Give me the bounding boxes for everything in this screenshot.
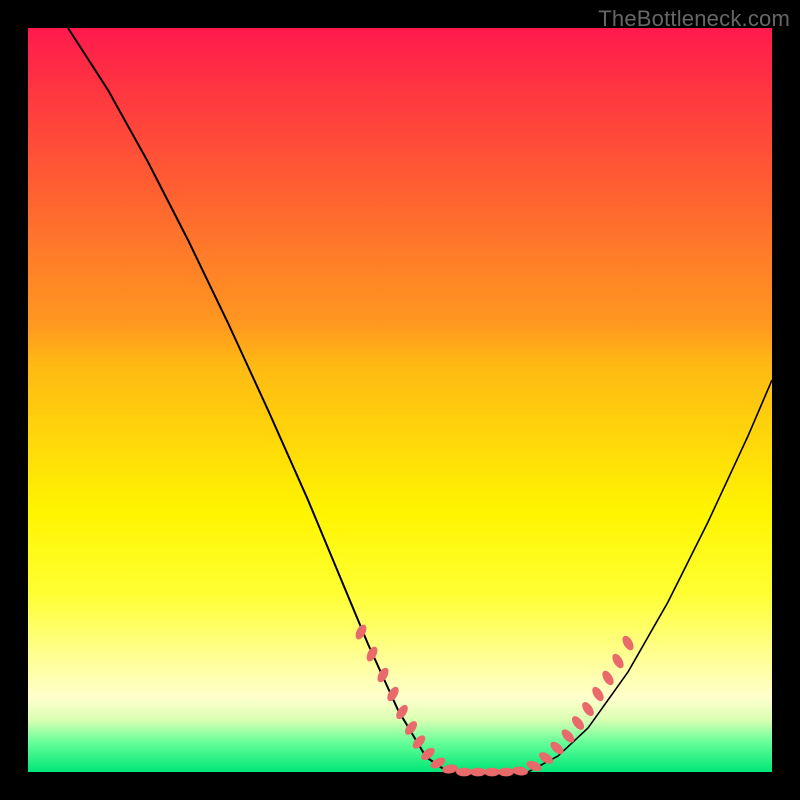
curve-marker — [456, 768, 472, 777]
curve-marker — [375, 666, 391, 684]
curve-marker — [610, 652, 626, 670]
curve-marker — [498, 768, 514, 777]
curve-marker — [548, 739, 566, 756]
watermark-text: TheBottleneck.com — [598, 6, 790, 32]
curve-marker — [620, 634, 636, 652]
curve-marker — [537, 750, 555, 766]
curve-group — [68, 28, 772, 772]
curve-marker — [364, 645, 379, 663]
curve-right — [528, 380, 772, 772]
curve-marker — [600, 669, 616, 687]
curve-marker — [484, 768, 500, 777]
curve-marker — [441, 763, 458, 774]
chart-frame — [28, 28, 772, 772]
curve-marker — [580, 700, 596, 718]
chart-svg — [28, 28, 772, 772]
curve-marker — [570, 714, 587, 732]
marker-group — [353, 623, 635, 777]
curve-marker — [590, 685, 606, 703]
curve-marker — [470, 768, 486, 777]
curve-marker — [559, 727, 576, 745]
curve-marker — [511, 766, 528, 777]
curve-left — [68, 28, 448, 772]
